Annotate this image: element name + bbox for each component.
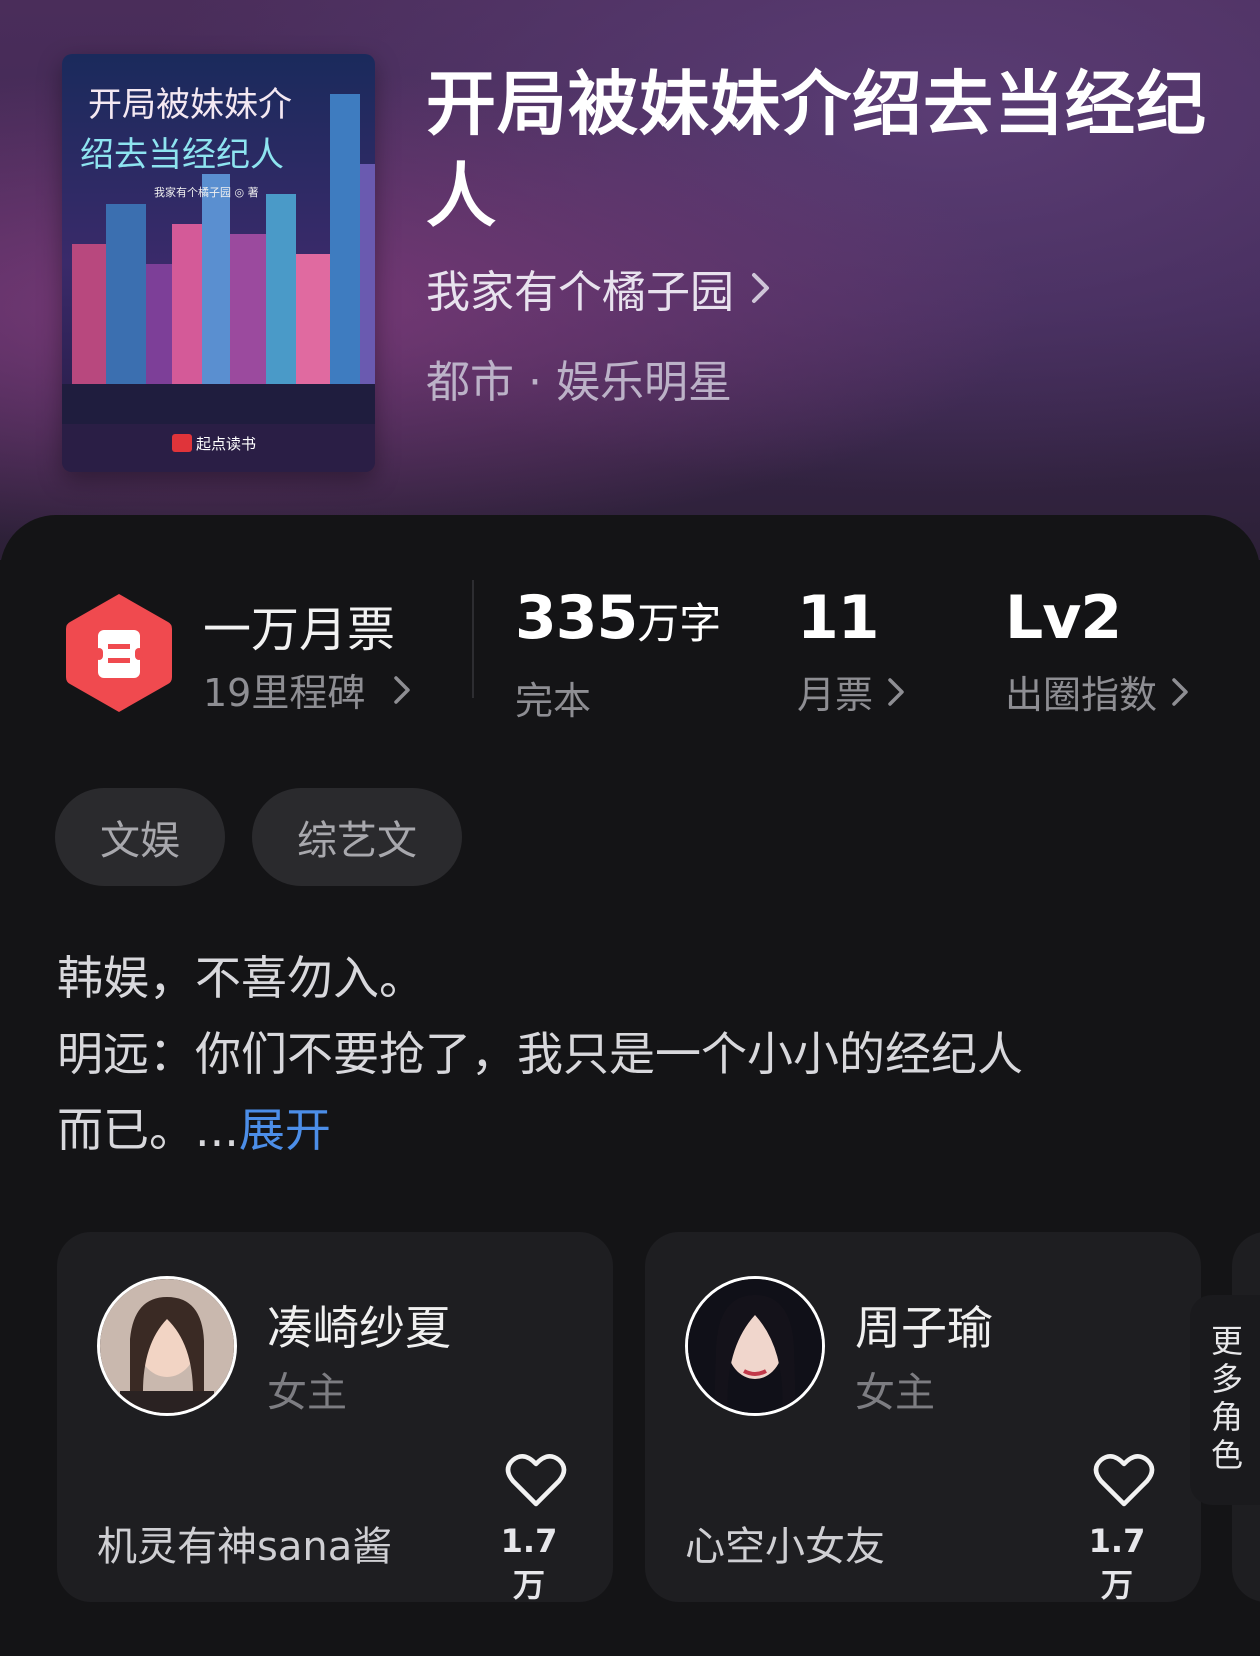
tag-chip[interactable]: 文娱 — [55, 788, 225, 886]
avatar — [97, 1276, 237, 1416]
character-card[interactable]: 周子瑜 女主 心空小女友 1.7万 — [645, 1232, 1201, 1604]
more-roles-button[interactable]: 更多角色 — [1190, 1295, 1260, 1505]
character-nickname: 机灵有神sana酱 — [97, 1524, 393, 1570]
character-role: 女主 — [267, 1370, 347, 1416]
avatar — [685, 1276, 825, 1416]
like-count: 1.7万 — [500, 1522, 558, 1604]
author-link[interactable]: 我家有个橘子园 — [426, 258, 772, 318]
chevron-right-icon — [394, 675, 411, 704]
synopsis: 韩娱，不喜勿入。 明远：你们不要抢了，我只是一个小小的经纪人 而已。...展开 — [57, 940, 1207, 1168]
influence-label: 出圈指数 — [1005, 673, 1158, 717]
book-title: 开局被妹妹介绍去当经纪人 — [426, 63, 1207, 237]
author-name: 我家有个橘子园 — [426, 267, 734, 318]
monthly-tickets-stat[interactable]: 11 月票 — [797, 582, 905, 719]
chevron-right-icon — [1172, 677, 1188, 706]
milestones-label: 19里程碑 — [203, 671, 366, 715]
expand-link[interactable]: 展开 — [239, 1103, 331, 1157]
milestones-link[interactable]: 19里程碑 — [203, 662, 411, 717]
chevron-right-icon — [752, 273, 769, 303]
word-count-stat: 335万字 完本 — [515, 582, 721, 725]
heart-icon[interactable] — [505, 1452, 567, 1508]
character-card[interactable]: 凑崎纱夏 女主 机灵有神sana酱 1.7万 — [57, 1232, 613, 1604]
svg-text:绍去当经纪人: 绍去当经纪人 — [80, 135, 284, 175]
influence-stat[interactable]: Lv2 出圈指数 — [1005, 582, 1189, 719]
heart-icon[interactable] — [1093, 1452, 1155, 1508]
word-count-unit: 万字 — [637, 599, 722, 648]
character-role: 女主 — [855, 1370, 935, 1416]
synopsis-line: 韩娱，不喜勿入。 — [57, 951, 425, 1005]
svg-text:开局被妹妹介: 开局被妹妹介 — [88, 85, 292, 125]
like-count: 1.7万 — [1088, 1522, 1146, 1604]
chevron-right-icon — [888, 677, 904, 706]
ticket-icon[interactable] — [62, 590, 176, 716]
status-label: 完本 — [515, 679, 592, 723]
character-name: 周子瑜 — [855, 1301, 993, 1355]
stats-divider — [472, 580, 474, 698]
genre-label: 都市 · 娱乐明星 — [426, 357, 732, 408]
more-roles-label: 更多角色 — [1206, 1324, 1244, 1476]
tag-chip[interactable]: 综艺文 — [252, 788, 462, 886]
synopsis-line: 而已。... — [57, 1103, 239, 1157]
synopsis-line-last: 而已。...展开 — [57, 1092, 1207, 1168]
book-cover[interactable]: 开局被妹妹介 绍去当经纪人 我家有个橘子园 ◎ 著 起点读书 — [62, 54, 375, 472]
influence-value: Lv2 — [1005, 583, 1122, 653]
monthly-tickets-value: 11 — [797, 583, 880, 653]
monthly-tickets-label: 月票 — [797, 673, 874, 717]
character-nickname: 心空小女友 — [685, 1524, 885, 1570]
synopsis-line: 明远：你们不要抢了，我只是一个小小的经纪人 — [57, 1027, 1023, 1081]
character-name: 凑崎纱夏 — [267, 1301, 451, 1355]
monthly-ticket-rank: 一万月票 — [203, 602, 396, 658]
word-count-value: 335万字 — [515, 583, 722, 653]
svg-text:我家有个橘子园 ◎ 著: 我家有个橘子园 ◎ 著 — [154, 185, 259, 199]
svg-text:起点读书: 起点读书 — [196, 435, 256, 453]
